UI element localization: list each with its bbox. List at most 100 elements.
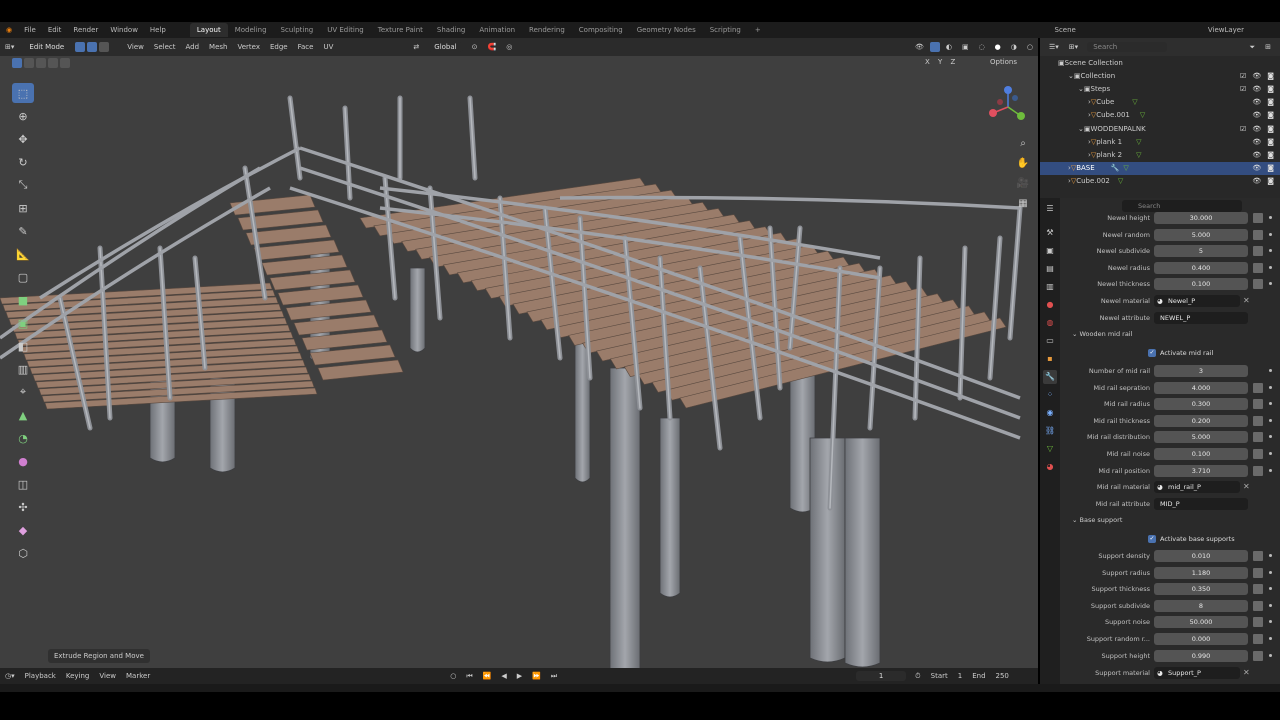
clear-icon[interactable]: ✕: [1243, 296, 1250, 305]
wireframe-shading-icon[interactable]: ◌: [974, 43, 990, 51]
tab-animation[interactable]: Animation: [472, 23, 522, 37]
mid-rail-sepration-field[interactable]: 4.000: [1154, 381, 1248, 394]
tab-modeling[interactable]: Modeling: [228, 23, 274, 37]
base-support-section[interactable]: ⌄ Base support: [1072, 516, 1122, 524]
menu-keying[interactable]: Keying: [61, 672, 95, 680]
navigation-gizmo[interactable]: [985, 84, 1031, 130]
knife-tool-icon[interactable]: ⌖: [12, 382, 34, 402]
input-socket-toggle-icon[interactable]: [1253, 399, 1263, 410]
select-tool-icon[interactable]: ⬚: [12, 83, 34, 103]
face-select-icon[interactable]: [99, 42, 110, 52]
proportional-edit-icon[interactable]: ◎: [501, 43, 517, 51]
particles-tab-icon[interactable]: ⁘: [1043, 388, 1057, 402]
measure-tool-icon[interactable]: 📐: [12, 244, 34, 264]
annotate-tool-icon[interactable]: ✎: [12, 221, 34, 241]
mode-dropdown[interactable]: Edit Mode: [23, 42, 71, 52]
mid-rail-radius-field[interactable]: 0.300: [1154, 398, 1248, 411]
constraints-tab-icon[interactable]: ⛓: [1043, 424, 1057, 438]
outliner-row-steps[interactable]: ⌄ ▣ Steps ☑ 👁 ◙: [1040, 82, 1280, 95]
eye-icon[interactable]: 👁: [1252, 111, 1261, 119]
support-noise-field[interactable]: 50.000: [1154, 616, 1248, 629]
start-frame-field[interactable]: 1: [953, 672, 967, 680]
input-socket-toggle-icon[interactable]: [1253, 432, 1263, 443]
menu-timeline-view[interactable]: View: [94, 672, 121, 680]
input-socket-toggle-icon[interactable]: [1253, 600, 1263, 611]
keyframe-dot-icon[interactable]: [1269, 653, 1272, 657]
move-tool-icon[interactable]: ✥: [12, 129, 34, 149]
scale-tool-icon[interactable]: ⤡: [12, 175, 34, 195]
input-socket-toggle-icon[interactable]: [1253, 415, 1263, 426]
select-invert-icon[interactable]: [48, 58, 58, 68]
tool-tab-icon[interactable]: ⚒: [1043, 226, 1057, 240]
newel-thickness-field[interactable]: 0.100: [1154, 278, 1248, 291]
mid-rail-position-field[interactable]: 3.710: [1154, 464, 1248, 477]
output-tab-icon[interactable]: ▤: [1043, 262, 1057, 276]
input-socket-toggle-icon[interactable]: [1253, 246, 1263, 257]
mid-rail-noise-field[interactable]: 0.100: [1154, 448, 1248, 460]
newel-material-field[interactable]: ◕ Newel_P: [1154, 295, 1240, 307]
end-frame-field[interactable]: 250: [991, 672, 1014, 680]
camera-icon[interactable]: ◙: [1267, 125, 1274, 133]
support-material-field[interactable]: ◕ Support_P: [1154, 667, 1240, 679]
input-socket-toggle-icon[interactable]: [1253, 584, 1263, 595]
input-socket-toggle-icon[interactable]: [1253, 449, 1263, 459]
camera-icon[interactable]: ◙: [1267, 151, 1274, 159]
support-subdivide-field[interactable]: 8: [1154, 599, 1248, 612]
keyframe-dot-icon[interactable]: [1269, 570, 1272, 574]
vertex-select-icon[interactable]: [75, 42, 86, 52]
newel-radius-field[interactable]: 0.400: [1154, 261, 1248, 274]
outliner-editor-icon[interactable]: ☰▾: [1044, 43, 1064, 51]
keyframe-dot-icon[interactable]: [1269, 402, 1272, 406]
number-of-mid-rail-field[interactable]: 3: [1154, 365, 1248, 377]
edge-select-icon[interactable]: [87, 42, 98, 52]
last-operator-panel[interactable]: Extrude Region and Move: [48, 649, 150, 663]
keyframe-dot-icon[interactable]: [1269, 468, 1272, 472]
smooth-tool-icon[interactable]: ●: [12, 451, 34, 471]
pivot-icon[interactable]: ⊙: [467, 43, 483, 51]
world-tab-icon[interactable]: ◍: [1043, 316, 1057, 330]
material-shading-icon[interactable]: ◑: [1006, 43, 1022, 51]
camera-icon[interactable]: ◙: [1267, 72, 1274, 80]
tab-compositing[interactable]: Compositing: [572, 23, 630, 37]
render-tab-icon[interactable]: ▣: [1043, 244, 1057, 258]
eye-icon[interactable]: 👁: [1252, 151, 1261, 159]
select-extend-icon[interactable]: [24, 58, 34, 68]
mid-rail-thickness-field[interactable]: 0.200: [1154, 414, 1248, 427]
keyframe-dot-icon[interactable]: [1269, 620, 1272, 624]
tab-shading[interactable]: Shading: [430, 23, 472, 37]
input-socket-toggle-icon[interactable]: [1253, 465, 1263, 476]
support-random-r-field[interactable]: 0.000: [1154, 633, 1248, 645]
menu-select[interactable]: Select: [149, 43, 181, 51]
menu-mesh[interactable]: Mesh: [204, 43, 232, 51]
tab-sculpting[interactable]: Sculpting: [274, 23, 321, 37]
select-intersect-icon[interactable]: [60, 58, 70, 68]
eye-icon[interactable]: 👁: [1252, 85, 1261, 93]
material-tab-icon[interactable]: ◕: [1043, 460, 1057, 474]
extrude-tool-icon[interactable]: ■: [12, 290, 34, 310]
outliner-row-plank-1[interactable]: › ▽ plank 1 ▽ 👁 ◙: [1040, 135, 1280, 148]
eye-icon[interactable]: 👁: [1252, 125, 1261, 133]
menu-add[interactable]: Add: [180, 43, 204, 51]
newel-random-field[interactable]: 5.000: [1154, 228, 1248, 241]
keyframe-dot-icon[interactable]: [1269, 232, 1272, 236]
add-workspace-icon[interactable]: +: [748, 23, 768, 37]
keyframe-dot-icon[interactable]: [1269, 637, 1272, 640]
activate-base-supports-checkbox[interactable]: ✓ Activate base supports: [1148, 535, 1235, 543]
checkbox-icon[interactable]: ☑: [1240, 72, 1246, 80]
jump-end-icon[interactable]: ⏭: [546, 672, 562, 681]
newel-subdivide-field[interactable]: 5: [1154, 245, 1248, 258]
input-socket-toggle-icon[interactable]: [1253, 213, 1263, 223]
input-socket-toggle-icon[interactable]: [1253, 617, 1263, 628]
camera-icon[interactable]: ◙: [1267, 164, 1274, 172]
perspective-grid-icon[interactable]: ▦: [1016, 198, 1030, 212]
select-subtract-icon[interactable]: [36, 58, 46, 68]
menu-render[interactable]: Render: [67, 26, 104, 34]
tab-texture-paint[interactable]: Texture Paint: [371, 23, 430, 37]
mid-rail-distribution-field[interactable]: 5.000: [1154, 431, 1248, 444]
rendered-shading-icon[interactable]: ○: [1022, 43, 1038, 51]
activate-mid-rail-checkbox[interactable]: ✓ Activate mid rail: [1148, 349, 1213, 357]
xray-icon[interactable]: ▣: [957, 43, 974, 51]
keyframe-dot-icon[interactable]: [1269, 452, 1272, 455]
keyframe-dot-icon[interactable]: [1269, 369, 1272, 372]
poly-build-tool-icon[interactable]: ▲: [12, 405, 34, 425]
